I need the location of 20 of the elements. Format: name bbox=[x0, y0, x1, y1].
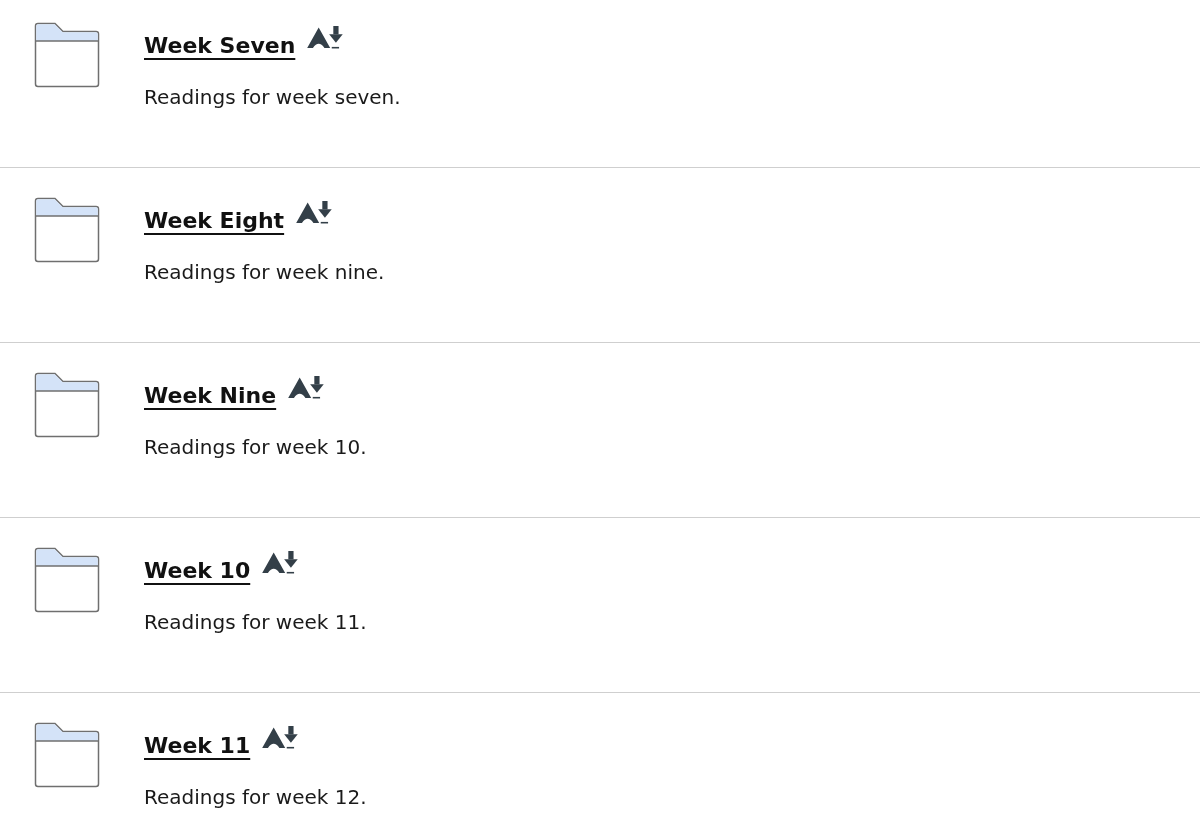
folder-icon bbox=[34, 22, 100, 88]
folder-icon bbox=[34, 722, 100, 788]
folder-title-link[interactable]: Week 11 bbox=[144, 731, 251, 761]
folder-icon bbox=[34, 547, 100, 613]
folder-title-link[interactable]: Week Eight bbox=[144, 206, 285, 236]
folder-description: Readings for week 10. bbox=[144, 434, 367, 461]
folder-description: Readings for week 11. bbox=[144, 609, 367, 636]
folder-description: Readings for week nine. bbox=[144, 259, 385, 286]
folder-title-link[interactable]: Week Nine bbox=[144, 381, 277, 411]
folder-description: Readings for week 12. bbox=[144, 784, 367, 811]
letter-download-icon[interactable] bbox=[288, 376, 327, 399]
folder-title-link[interactable]: Week Seven bbox=[144, 31, 296, 61]
folder-icon bbox=[34, 197, 100, 263]
letter-download-icon[interactable] bbox=[296, 201, 335, 224]
letter-download-icon[interactable] bbox=[262, 551, 301, 574]
letter-download-icon[interactable] bbox=[307, 26, 346, 49]
folder-icon bbox=[34, 372, 100, 438]
folder-description: Readings for week seven. bbox=[144, 84, 401, 111]
folder-title-link[interactable]: Week 10 bbox=[144, 556, 251, 586]
letter-download-icon[interactable] bbox=[262, 726, 301, 749]
